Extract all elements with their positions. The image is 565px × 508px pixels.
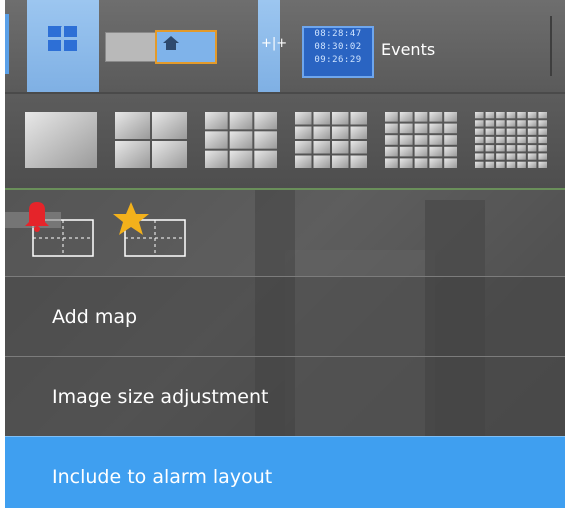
layout-2x2-icon[interactable] [115, 112, 187, 168]
layout-1x1-icon[interactable] [25, 112, 97, 168]
chevron-down-icon [48, 26, 62, 34]
layout-4x4-icon[interactable] [295, 112, 367, 168]
client-window: +|+ 08:28:47 08:30:02 09:26:29 Events Ad… [5, 0, 565, 508]
toolbar-divider [550, 16, 552, 76]
event-time: 08:30:02 [314, 42, 362, 52]
layouts-menu-button[interactable] [27, 0, 99, 92]
split-panel-button[interactable]: +|+ [258, 0, 287, 92]
event-time: 08:28:47 [314, 29, 362, 39]
layout-icons-row [5, 190, 565, 277]
layout-thumbnail-preview [105, 32, 159, 62]
menu-item-include-to-alarm-layout[interactable]: Include to alarm layout [5, 436, 565, 508]
top-toolbar: +|+ 08:28:47 08:30:02 09:26:29 Events [5, 0, 565, 94]
layout-5x5-icon[interactable] [385, 112, 457, 168]
event-time: 09:26:29 [314, 55, 362, 65]
favorite-star-layout-icon[interactable] [113, 202, 193, 262]
layout-selector [5, 94, 565, 190]
alarm-bell-layout-icon[interactable] [5, 202, 97, 262]
menu-item-image-size-adjustment[interactable]: Image size adjustment [5, 356, 565, 436]
toolbar-edge-button[interactable] [5, 14, 9, 74]
events-label[interactable]: Events [381, 40, 435, 59]
events-button[interactable]: 08:28:47 08:30:02 09:26:29 [302, 26, 374, 78]
layout-7x7-icon[interactable] [475, 112, 547, 168]
layout-3x3-icon[interactable] [205, 112, 277, 168]
menu-item-add-map[interactable]: Add map [5, 276, 565, 356]
split-icon: +|+ [261, 36, 288, 51]
home-icon [163, 36, 179, 50]
layout-thumbnail[interactable] [105, 30, 217, 64]
layout-thumbnail-current[interactable] [155, 30, 217, 64]
